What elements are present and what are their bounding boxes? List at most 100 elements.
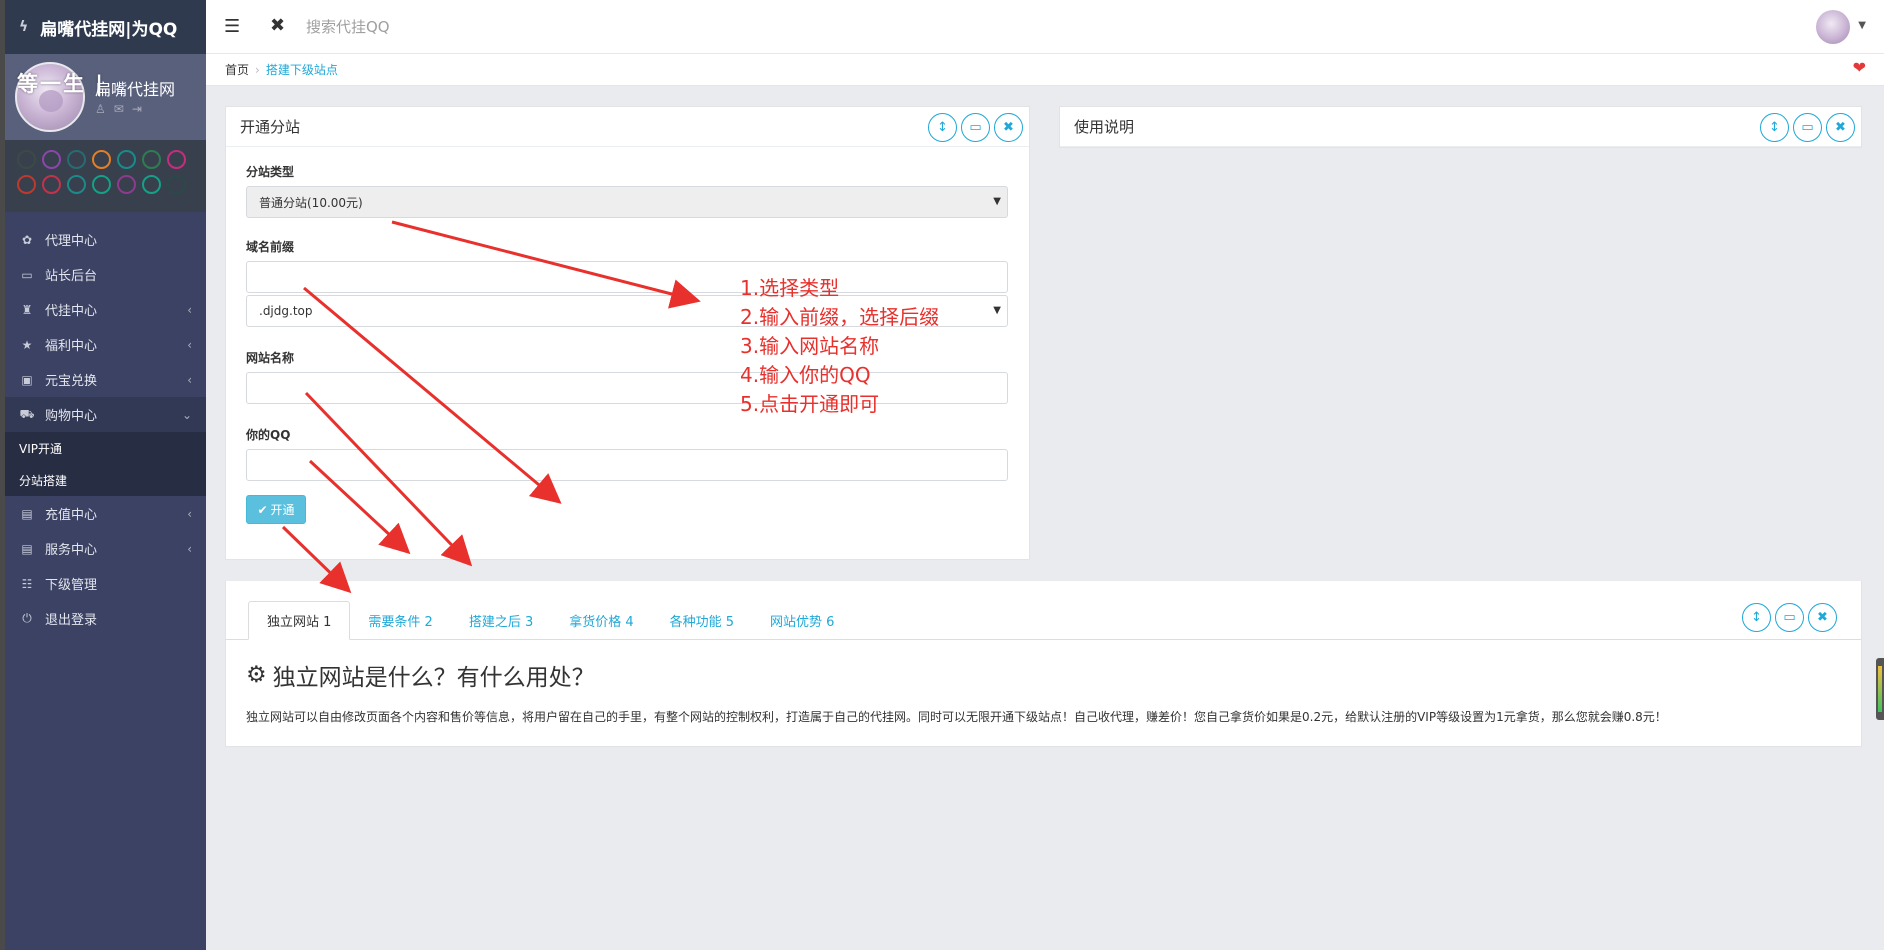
theme-swatch[interactable] <box>42 150 61 169</box>
theme-swatch[interactable] <box>67 175 86 194</box>
breadcrumb: 首页 › 搭建下级站点 ❤ <box>206 54 1884 86</box>
theme-swatch[interactable] <box>17 175 36 194</box>
theme-swatch[interactable] <box>167 150 186 169</box>
close-icon[interactable]: ✖ <box>1826 113 1855 142</box>
theme-swatch[interactable] <box>92 150 111 169</box>
menu-item-hosting-center[interactable]: ♜ 代挂中心 ‹ <box>5 292 206 327</box>
panel-title: 开通分站 <box>240 118 301 136</box>
mail-icon[interactable]: ✉ <box>114 102 124 116</box>
theme-swatch[interactable] <box>167 175 186 194</box>
site-type-value: 普通分站(10.00元) <box>259 195 363 210</box>
tab-advantages[interactable]: 网站优势 6 <box>752 601 852 640</box>
breadcrumb-separator: › <box>255 62 260 77</box>
menu-label: 购物中心 <box>45 409 98 424</box>
menu-item-service[interactable]: ▤ 服务中心 ‹ <box>5 531 206 566</box>
menu-item-shopping[interactable]: ⛟ 购物中心 ⌄ <box>5 397 206 432</box>
dropdown-arrow-icon: ▼ <box>993 196 1001 207</box>
sidebar-menu: ✿ 代理中心 ▭ 站长后台 ♜ 代挂中心 ‹ ★ 福利中心 ‹ ▣ 元宝兑换 ‹… <box>5 222 206 636</box>
user-avatar[interactable] <box>1816 10 1850 44</box>
fullscreen-icon[interactable]: ▭ <box>1793 113 1822 142</box>
profile-actions: ♙ ✉ ⇥ <box>95 102 142 116</box>
check-icon: ✔ <box>257 502 268 517</box>
menu-item-admin[interactable]: ▭ 站长后台 <box>5 257 206 292</box>
breadcrumb-home[interactable]: 首页 <box>225 61 249 78</box>
tools-icon[interactable]: ✖ <box>270 15 285 36</box>
panel-tools: ↕ ▭ ✖ <box>928 113 1023 142</box>
tab-independent-site[interactable]: 独立网站 1 <box>248 601 351 640</box>
chevron-down-icon[interactable]: ▼ <box>1858 20 1866 31</box>
profile-site-name: 扁嘴代挂网 <box>95 80 176 99</box>
shopping-submenu: VIP开通 分站搭建 <box>5 432 206 496</box>
open-button[interactable]: ✔ 开通 <box>246 495 306 524</box>
theme-swatches <box>5 140 206 212</box>
chevron-left-icon: ‹ <box>187 337 192 352</box>
theme-swatch[interactable] <box>67 150 86 169</box>
brand[interactable]: ϟ 扁嘴代挂网|为QQ <box>5 0 206 54</box>
theme-swatch[interactable] <box>142 175 161 194</box>
annotation-step: 5.点击开通即可 <box>740 392 880 416</box>
side-status-widget[interactable] <box>1876 658 1884 720</box>
leaf-icon: ✿ <box>21 232 33 247</box>
qq-input[interactable] <box>246 449 1008 481</box>
fullscreen-icon[interactable]: ▭ <box>1775 603 1804 632</box>
annotation-step: 4.输入你的QQ <box>740 363 871 387</box>
menu-label: 福利中心 <box>45 339 98 354</box>
user-icon[interactable]: ♙ <box>95 102 106 116</box>
cart-icon: ⛟ <box>19 406 35 421</box>
menu-item-logout[interactable]: ⏻ 退出登录 <box>5 601 206 636</box>
file-icon: ▤ <box>21 541 33 556</box>
dropdown-arrow-icon: ▼ <box>993 305 1001 316</box>
tab-features[interactable]: 各种功能 5 <box>652 601 752 640</box>
panel-header: 开通分站 ↕ ▭ ✖ <box>226 107 1029 147</box>
theme-swatch[interactable] <box>42 175 61 194</box>
tab-wholesale-price[interactable]: 拿货价格 4 <box>551 601 651 640</box>
bolt-icon: ϟ <box>19 19 29 35</box>
brand-title: 扁嘴代挂网|为QQ <box>40 19 178 40</box>
menu-item-recharge[interactable]: ▤ 充值中心 ‹ <box>5 496 206 531</box>
fullscreen-icon[interactable]: ▭ <box>961 113 990 142</box>
main-content: 开通分站 ↕ ▭ ✖ 分站类型 普通分站(10.00元) ▼ 域名前缀 .djd… <box>206 86 1884 950</box>
collapse-icon[interactable]: ↕ <box>1760 113 1789 142</box>
collapse-icon[interactable]: ↕ <box>1742 603 1771 632</box>
menu-item-welfare[interactable]: ★ 福利中心 ‹ <box>5 327 206 362</box>
tab-requirements[interactable]: 需要条件 2 <box>350 601 450 640</box>
profile-card: 等一生 | 扁嘴代挂网 ♙ ✉ ⇥ <box>5 54 206 140</box>
menu-label: 代理中心 <box>45 234 98 249</box>
info-tabs-panel: ↕ ▭ ✖ 独立网站 1 需要条件 2 搭建之后 3 拿货价格 4 各种功能 5… <box>225 581 1862 747</box>
site-type-select[interactable]: 普通分站(10.00元) ▼ <box>246 186 1008 218</box>
chevron-left-icon: ‹ <box>187 372 192 387</box>
panel-title: 使用说明 <box>1074 118 1135 136</box>
submenu-item-vip[interactable]: VIP开通 <box>5 432 206 464</box>
menu-label: 站长后台 <box>45 269 98 284</box>
close-icon[interactable]: ✖ <box>994 113 1023 142</box>
sidebar: ϟ 扁嘴代挂网|为QQ 等一生 | 扁嘴代挂网 ♙ ✉ ⇥ ✿ 代理中心 ▭ 站… <box>0 0 206 950</box>
theme-swatch[interactable] <box>117 150 136 169</box>
theme-swatch[interactable] <box>92 175 111 194</box>
submenu-item-build-site[interactable]: 分站搭建 <box>5 464 206 496</box>
breadcrumb-current[interactable]: 搭建下级站点 <box>266 61 338 78</box>
instruction-annotations: 1.选择类型 2.输入前缀，选择后缀 3.输入网站名称 4.输入你的QQ 5.点… <box>740 274 939 419</box>
top-header: ☰ ✖ ▼ <box>206 0 1884 54</box>
search-input[interactable] <box>306 12 606 42</box>
heart-icon[interactable]: ❤ <box>1853 58 1866 77</box>
menu-item-exchange[interactable]: ▣ 元宝兑换 ‹ <box>5 362 206 397</box>
panel-tools: ↕ ▭ ✖ <box>1742 603 1837 632</box>
collapse-icon[interactable]: ↕ <box>928 113 957 142</box>
theme-swatch[interactable] <box>142 150 161 169</box>
menu-item-agent-center[interactable]: ✿ 代理中心 <box>5 222 206 257</box>
logout-icon[interactable]: ⇥ <box>132 102 142 116</box>
tab-after-build[interactable]: 搭建之后 3 <box>451 601 551 640</box>
chevron-left-icon: ‹ <box>187 506 192 521</box>
tab-content-text: 独立网站可以自由修改页面各个内容和售价等信息，将用户留在自己的手里，有整个网站的… <box>246 710 1667 724</box>
qq-label: 你的QQ <box>246 428 291 442</box>
menu-label: 下级管理 <box>45 578 98 593</box>
tab-bar: 独立网站 1 需要条件 2 搭建之后 3 拿货价格 4 各种功能 5 网站优势 … <box>226 601 1861 640</box>
theme-swatch[interactable] <box>117 175 136 194</box>
close-icon[interactable]: ✖ <box>1808 603 1837 632</box>
menu-label: 退出登录 <box>45 613 98 628</box>
menu-item-subordinates[interactable]: ☷ 下级管理 <box>5 566 206 601</box>
hamburger-icon[interactable]: ☰ <box>224 16 240 37</box>
form-group-type: 分站类型 普通分站(10.00元) ▼ <box>246 163 1009 218</box>
theme-swatch[interactable] <box>17 150 36 169</box>
menu-label: 充值中心 <box>45 508 98 523</box>
